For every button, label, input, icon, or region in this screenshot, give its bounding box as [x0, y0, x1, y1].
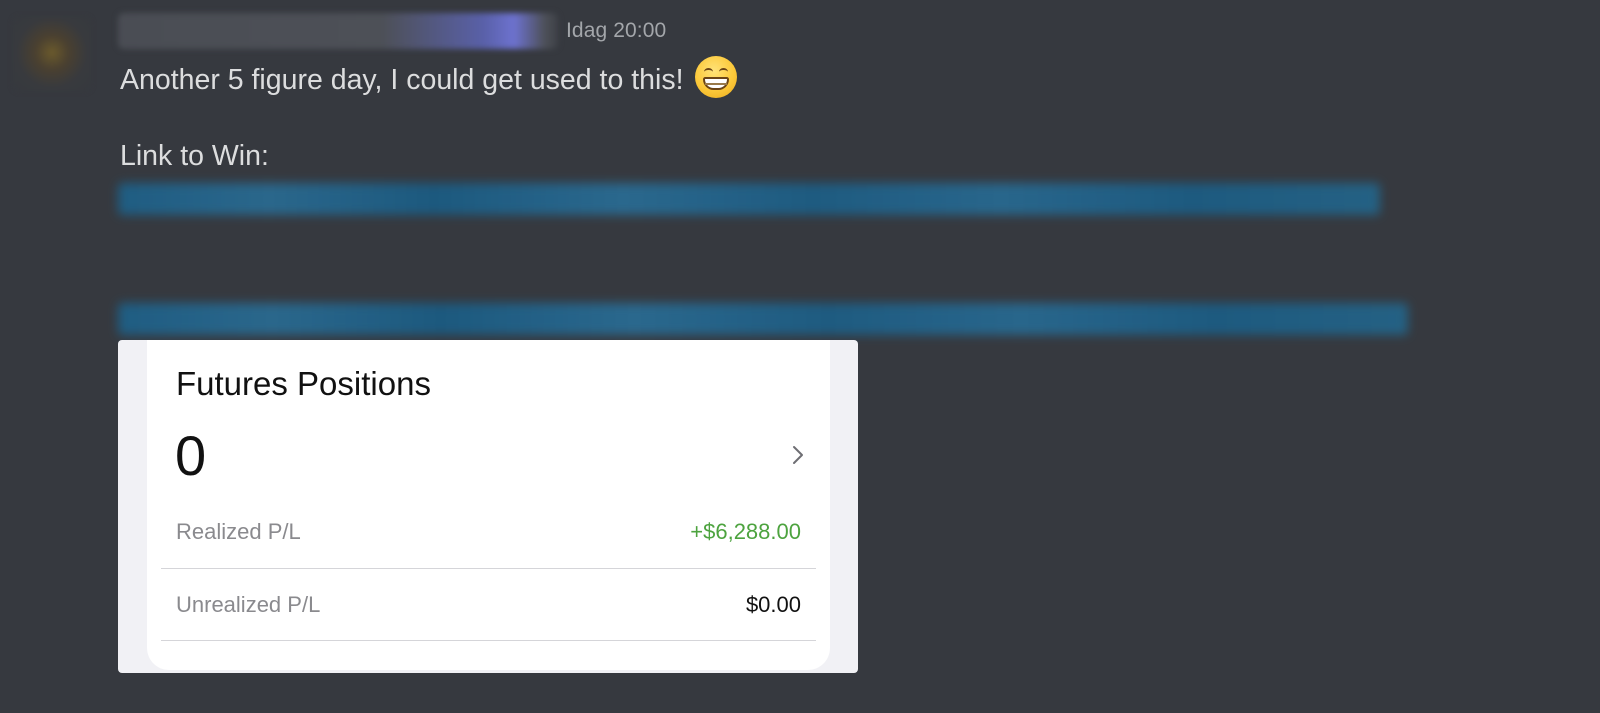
- realized-pl-value: +$6,288.00: [690, 519, 801, 544]
- unrealized-pl-value: $0.00: [745, 592, 801, 617]
- avatar[interactable]: [12, 16, 92, 92]
- unrealized-pl-label: Unrealized P/L: [176, 592, 321, 617]
- divider: [161, 640, 816, 641]
- card-title: Futures Positions: [176, 365, 431, 402]
- message-text-line: Another 5 figure day, I could get used t…: [120, 56, 738, 98]
- message-timestamp[interactable]: Idag 20:00: [566, 19, 666, 43]
- redacted-link[interactable]: [118, 183, 1380, 215]
- redacted-link[interactable]: [118, 303, 1408, 335]
- message-text: Another 5 figure day, I could get used t…: [120, 64, 684, 96]
- message-header: Idag 20:00: [118, 13, 666, 49]
- chevron-right-icon: [793, 446, 803, 464]
- realized-pl-label: Realized P/L: [176, 519, 301, 544]
- futures-positions-card: Futures Positions 0 Realized P/L +$6,288…: [147, 340, 830, 670]
- grinning-face-emoji-icon[interactable]: [695, 56, 738, 98]
- chat-message: Idag 20:00 Another 5 figure day, I could…: [0, 0, 1600, 713]
- divider: [161, 568, 816, 569]
- username-redacted[interactable]: [118, 13, 558, 49]
- message-text-line: Link to Win:: [120, 138, 269, 174]
- image-attachment[interactable]: Futures Positions 0 Realized P/L +$6,288…: [118, 340, 858, 673]
- message-text: Link to Win:: [120, 140, 269, 172]
- positions-count: 0: [175, 424, 207, 487]
